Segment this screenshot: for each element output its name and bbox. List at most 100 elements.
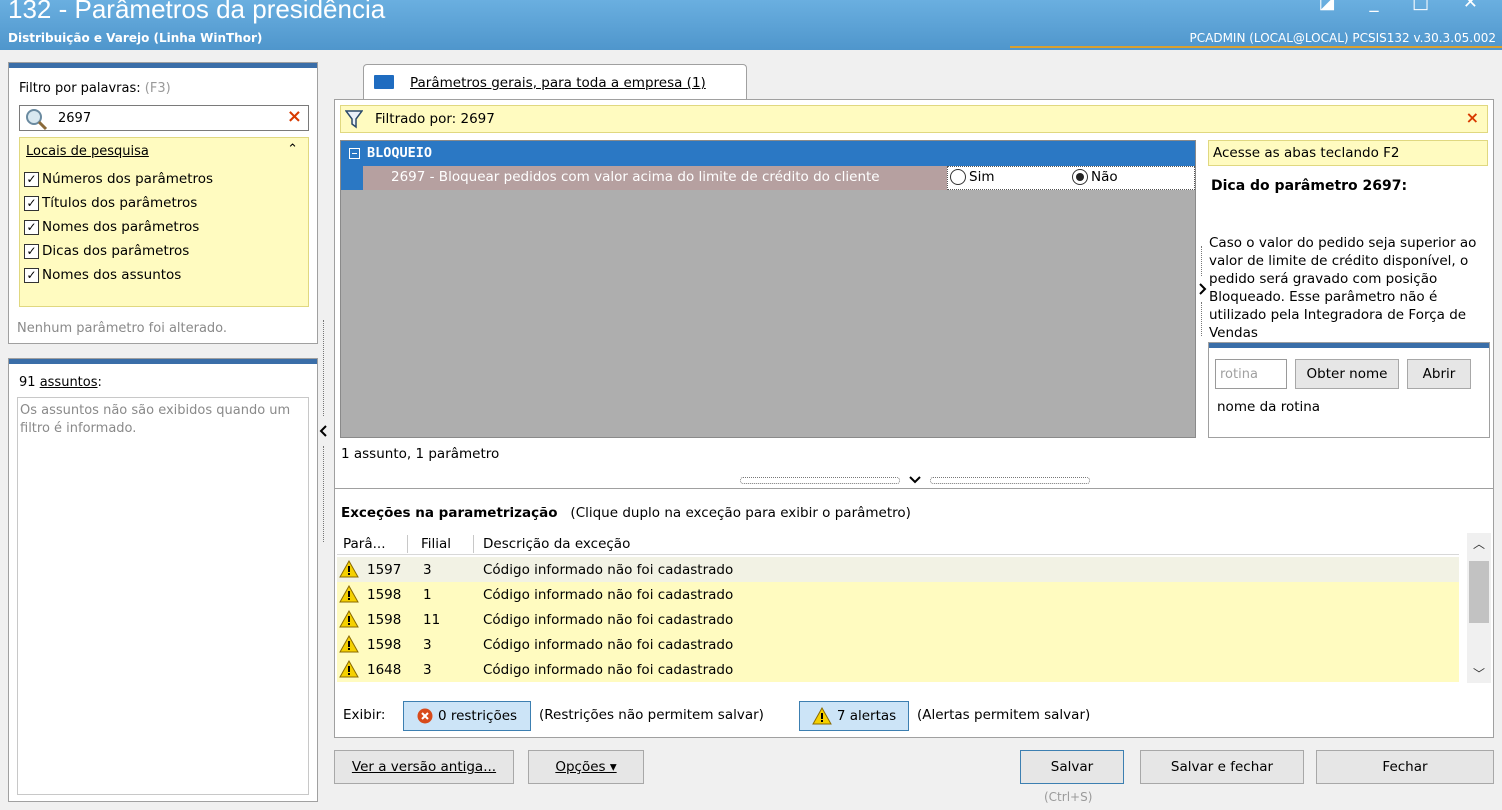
routine-input[interactable] (1215, 359, 1287, 389)
grid-status: 1 assunto, 1 parâmetro (341, 446, 500, 462)
collapse-chevron-icon[interactable]: ⌃ (287, 142, 298, 157)
checkbox-label: Nomes dos parâmetros (42, 219, 200, 235)
warning-icon (811, 707, 832, 725)
title-bar: 132 - Parâmetros da presidência Distribu… (0, 0, 1502, 50)
checkbox[interactable]: ✓ (24, 195, 39, 211)
table-row[interactable]: 1598 3 Código informado não foi cadastra… (337, 632, 1459, 657)
checkbox[interactable]: ✓ (24, 267, 39, 283)
exceptions-scrollbar[interactable]: ︿ ﹀ (1467, 533, 1491, 683)
parameters-area: Filtrado por: 2697 × BLOQUEIO 2697 - Blo… (334, 99, 1494, 523)
checkbox-param-numbers[interactable]: ✓ Números dos parâmetros (24, 168, 213, 190)
restrictions-button[interactable]: 0 restrições (403, 701, 531, 731)
parameter-title: 2697 - Bloquear pedidos com valor acima … (363, 166, 947, 190)
table-row[interactable]: 1598 11 Código informado não foi cadastr… (337, 607, 1459, 632)
get-name-button[interactable]: Obter nome (1295, 359, 1399, 389)
warning-icon (339, 560, 359, 578)
alerts-note: (Alertas permitem salvar) (917, 707, 1091, 723)
collapse-group-icon[interactable] (349, 148, 360, 159)
cell-param: 1598 (367, 587, 402, 603)
exceptions-area: Exceções na parametrização (Clique duplo… (334, 488, 1494, 738)
exceptions-header: Exceções na parametrização (Clique duplo… (341, 505, 911, 521)
search-input[interactable] (58, 109, 278, 127)
title-accent-line (1010, 46, 1502, 48)
table-row[interactable]: 1597 3 Código informado não foi cadastra… (337, 557, 1459, 582)
funnel-icon (345, 110, 363, 129)
column-header-branch[interactable]: Filial (421, 536, 451, 552)
user-info: PCADMIN (LOCAL@LOCAL) PCSIS132 v.30.3.05… (1189, 31, 1497, 45)
panel-accent-bar (9, 359, 317, 364)
clear-search-icon[interactable]: × (287, 106, 302, 127)
horizontal-splitter[interactable] (740, 475, 1090, 485)
radio-circle[interactable] (950, 169, 966, 185)
routine-name: nome da rotina (1217, 399, 1321, 415)
subjects-list[interactable]: Os assuntos não são exibidos quando um f… (17, 397, 309, 795)
collapse-left-icon[interactable] (319, 424, 329, 438)
group-label: BLOQUEIO (367, 145, 433, 161)
cell-branch: 1 (423, 587, 432, 603)
tip-body: Caso o valor do pedido seja superior ao … (1209, 235, 1477, 338)
alerts-button[interactable]: 7 alertas (799, 701, 909, 731)
filter-status-text: Filtrado por: 2697 (375, 111, 495, 127)
checkbox[interactable]: ✓ (24, 219, 39, 235)
row-indent (341, 166, 363, 190)
radio-label: Sim (969, 169, 995, 185)
exceptions-columns: Parâ... Filial Descrição da exceção (337, 533, 1459, 555)
exceptions-hint: (Clique duplo na exceção para exibir o p… (570, 505, 911, 521)
warning-icon (339, 660, 359, 678)
old-version-button[interactable]: Ver a versão antiga... (334, 750, 514, 784)
scroll-up-icon[interactable]: ︿ (1467, 535, 1491, 552)
parameter-row[interactable]: 2697 - Bloquear pedidos com valor acima … (341, 166, 1195, 190)
table-row[interactable]: 1598 1 Código informado não foi cadastra… (337, 582, 1459, 607)
collapse-down-icon[interactable] (908, 475, 922, 485)
cell-param: 1597 (367, 562, 402, 578)
options-button[interactable]: Opções ▾ (528, 750, 644, 784)
filter-status-bar: Filtrado por: 2697 × (340, 105, 1488, 133)
close-button[interactable]: Fechar (1316, 750, 1494, 784)
radio-nao[interactable]: Não (1072, 169, 1118, 185)
parameters-grid: BLOQUEIO 2697 - Bloquear pedidos com val… (340, 140, 1196, 438)
right-splitter[interactable] (1197, 246, 1207, 338)
search-places-title[interactable]: Locais de pesquisa (26, 144, 149, 159)
cell-description: Código informado não foi cadastrado (483, 662, 734, 678)
panel-accent-bar (1209, 343, 1489, 348)
cell-description: Código informado não foi cadastrado (483, 587, 734, 603)
radio-sim[interactable]: Sim (950, 169, 994, 185)
column-header-param[interactable]: Parâ... (343, 536, 386, 552)
routine-panel: Obter nome Abrir nome da rotina (1208, 342, 1490, 438)
checkbox[interactable]: ✓ (24, 243, 39, 259)
cell-param: 1598 (367, 637, 402, 653)
group-row[interactable]: BLOQUEIO (341, 141, 1195, 166)
checkbox-param-titles[interactable]: ✓ Títulos dos parâmetros (24, 192, 197, 214)
search-box[interactable]: × (19, 105, 309, 131)
open-button[interactable]: Abrir (1407, 359, 1471, 389)
filter-shortcut: (F3) (144, 81, 171, 96)
scrollbar-thumb[interactable] (1469, 561, 1489, 623)
scroll-down-icon[interactable]: ﹀ (1467, 665, 1491, 682)
checkbox-label: Nomes dos assuntos (42, 267, 182, 283)
window-controls[interactable]: ◪ _ □ ✕ (1319, 0, 1492, 13)
subjects-panel: 91 assuntos: Os assuntos não são exibido… (8, 358, 318, 802)
table-row[interactable]: 1648 3 Código informado não foi cadastra… (337, 657, 1459, 682)
checkbox-subject-names[interactable]: ✓ Nomes dos assuntos (24, 264, 181, 286)
left-splitter[interactable] (319, 320, 329, 546)
cell-branch: 3 (423, 662, 432, 678)
window-subtitle: Distribuição e Varejo (Linha WinThor) (8, 31, 263, 45)
save-button[interactable]: Salvar (1020, 750, 1124, 784)
checkbox-param-names[interactable]: ✓ Nomes dos parâmetros (24, 216, 199, 238)
folder-icon (374, 75, 394, 89)
warning-icon (339, 610, 359, 628)
expand-right-icon[interactable] (1197, 282, 1207, 296)
column-header-description[interactable]: Descrição da exceção (483, 536, 630, 552)
save-and-close-button[interactable]: Salvar e fechar (1140, 750, 1304, 784)
subjects-count-suffix: : (97, 375, 102, 390)
no-change-status: Nenhum parâmetro foi alterado. (17, 321, 228, 336)
checkbox[interactable]: ✓ (24, 171, 39, 187)
cell-branch: 3 (423, 637, 432, 653)
checkbox-param-tips[interactable]: ✓ Dicas dos parâmetros (24, 240, 189, 262)
tab-general-params[interactable]: Parâmetros gerais, para toda a empresa (… (363, 64, 747, 100)
clear-filter-icon[interactable]: × (1466, 108, 1479, 127)
filter-label: Filtro por palavras: (F3) (19, 81, 171, 96)
radio-circle[interactable] (1072, 169, 1088, 185)
cell-param: 1648 (367, 662, 402, 678)
show-filter-row: Exibir: 0 restrições (Restrições não per… (341, 701, 1441, 731)
